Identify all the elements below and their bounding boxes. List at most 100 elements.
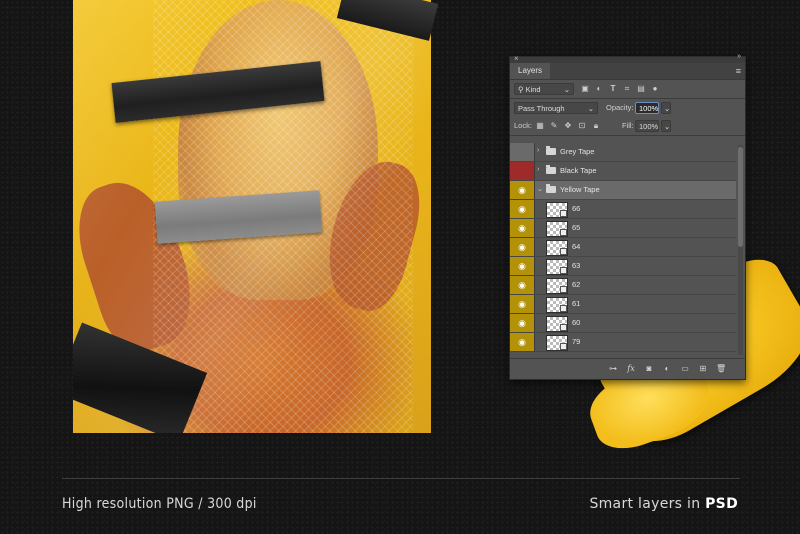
layer-row[interactable]: ◉ 63 — [510, 257, 736, 276]
layer-name: Yellow Tape — [560, 185, 600, 194]
lock-all-icon[interactable]: 🔒︎ — [592, 122, 600, 130]
mask-icon[interactable]: ◙ — [644, 364, 654, 374]
layer-name: Black Tape — [560, 166, 597, 175]
layer-group-grey-tape[interactable]: › Grey Tape — [510, 143, 736, 162]
lock-label: Lock: — [514, 121, 532, 130]
layer-thumbnail — [546, 297, 568, 313]
smart-object-icon — [560, 210, 567, 217]
visibility-toggle[interactable]: ◉ — [510, 219, 535, 237]
visibility-toggle[interactable]: ◉ — [510, 333, 535, 351]
poster-artwork — [73, 0, 431, 433]
scrollbar-thumb[interactable] — [738, 147, 743, 247]
divider-line — [62, 478, 740, 479]
smart-object-icon — [560, 248, 567, 255]
fx-icon[interactable]: fx — [626, 364, 636, 374]
visibility-toggle[interactable]: ◉ — [510, 238, 535, 256]
shape-filter-icon[interactable]: ⌗ — [623, 85, 631, 93]
layer-name: 61 — [572, 299, 581, 308]
text-filter-icon[interactable]: T — [609, 85, 617, 93]
layer-row[interactable]: ◉ 60 — [510, 314, 736, 333]
visibility-toggle[interactable] — [510, 162, 535, 180]
layer-name: 62 — [572, 280, 581, 289]
search-icon: ⚲ — [518, 85, 524, 94]
folder-icon — [546, 165, 556, 174]
folder-icon — [546, 146, 556, 155]
image-filter-icon[interactable]: ▣ — [581, 85, 589, 93]
layer-row[interactable]: ◉ 61 — [510, 295, 736, 314]
lock-pixels-icon[interactable]: ✎ — [550, 122, 558, 130]
visibility-toggle[interactable]: ◉ — [510, 200, 535, 218]
lock-row: Lock: ▦ ✎ ✥ ⊡ 🔒︎ Fill: 100% ⌄ — [510, 117, 745, 135]
eye-icon: ◉ — [518, 185, 526, 195]
layer-thumbnail — [546, 221, 568, 237]
layer-name: 65 — [572, 223, 581, 232]
smart-object-icon — [560, 343, 567, 350]
chevron-right-icon[interactable]: › — [537, 166, 539, 173]
layers-scrollbar[interactable] — [738, 145, 743, 355]
visibility-toggle[interactable]: ◉ — [510, 314, 535, 332]
smart-object-filter-icon[interactable]: ▤ — [637, 85, 645, 93]
fill-label: Fill: — [622, 121, 634, 130]
filter-kind-select[interactable]: ⚲ Kind ⌄ — [514, 83, 574, 95]
layers-panel: × » Layers ≡ ⚲ Kind ⌄ ▣ ◐ T ⌗ ▤ ● Pass T… — [509, 53, 746, 380]
visibility-toggle[interactable] — [510, 143, 535, 161]
blend-mode-select[interactable]: Pass Through ⌄ — [514, 102, 598, 114]
layer-name: Grey Tape — [560, 147, 595, 156]
filter-toggle-icon[interactable]: ● — [651, 85, 659, 93]
visibility-toggle[interactable]: ◉ — [510, 257, 535, 275]
layer-row[interactable]: ◉ 62 — [510, 276, 736, 295]
smart-object-icon — [560, 324, 567, 331]
chevron-down-icon[interactable]: ⌄ — [537, 185, 543, 193]
adjustment-icon[interactable]: ◐ — [662, 364, 672, 374]
layer-thumbnail — [546, 278, 568, 294]
new-layer-icon[interactable]: ⊞ — [698, 364, 708, 374]
smart-object-icon — [560, 229, 567, 236]
visibility-toggle[interactable]: ◉ — [510, 295, 535, 313]
lock-position-icon[interactable]: ✥ — [564, 122, 572, 130]
eye-icon: ◉ — [518, 337, 526, 347]
lock-transparency-icon[interactable]: ▦ — [536, 122, 544, 130]
opacity-input[interactable]: 100% — [635, 102, 659, 114]
panel-bottom-toolbar: ⊶ fx ◙ ◐ ▭ ⊞ 🗑︎ — [510, 358, 745, 379]
collapse-icon[interactable]: » — [737, 53, 741, 60]
tab-layers[interactable]: Layers — [510, 63, 551, 79]
close-icon[interactable]: × — [514, 54, 519, 63]
layer-name: 60 — [572, 318, 581, 327]
smart-object-icon — [560, 305, 567, 312]
layer-thumbnail — [546, 259, 568, 275]
opacity-label: Opacity: — [606, 103, 634, 112]
eye-icon: ◉ — [518, 223, 526, 233]
eye-icon: ◉ — [518, 204, 526, 214]
link-icon[interactable]: ⊶ — [608, 364, 618, 374]
layer-name: 63 — [572, 261, 581, 270]
adjustment-filter-icon[interactable]: ◐ — [595, 85, 603, 93]
layer-group-black-tape[interactable]: › Black Tape — [510, 162, 736, 181]
layer-group-yellow-tape[interactable]: ◉ ⌄ Yellow Tape — [510, 181, 736, 200]
eye-icon: ◉ — [518, 280, 526, 290]
layers-list: › Grey Tape › Black Tape ◉ ⌄ Yellow Tape… — [510, 143, 736, 357]
fill-slider-button[interactable]: ⌄ — [661, 120, 671, 132]
layer-thumbnail — [546, 240, 568, 256]
trash-icon[interactable]: 🗑︎ — [716, 364, 726, 374]
smart-object-icon — [560, 267, 567, 274]
layer-row[interactable]: ◉ 79 — [510, 333, 736, 352]
chevron-right-icon[interactable]: › — [537, 147, 539, 154]
layer-row[interactable]: ◉ 65 — [510, 219, 736, 238]
opacity-slider-button[interactable]: ⌄ — [661, 102, 671, 114]
folder-icon[interactable]: ▭ — [680, 364, 690, 374]
layer-row[interactable]: ◉ 64 — [510, 238, 736, 257]
fill-input[interactable]: 100% — [635, 120, 659, 132]
chevron-down-icon: ⌄ — [587, 104, 594, 113]
lock-artboard-icon[interactable]: ⊡ — [578, 122, 586, 130]
filter-row: ⚲ Kind ⌄ ▣ ◐ T ⌗ ▤ ● — [510, 80, 745, 98]
visibility-toggle[interactable]: ◉ — [510, 276, 535, 294]
panel-tabbar: Layers ≡ — [510, 63, 745, 80]
caption-smart-layers: Smart layers in PSD — [589, 496, 738, 512]
folder-icon — [546, 184, 556, 193]
eye-icon: ◉ — [518, 318, 526, 328]
layer-row[interactable]: ◉ 66 — [510, 200, 736, 219]
panel-menu-icon[interactable]: ≡ — [736, 66, 741, 76]
caption-psd: PSD — [705, 496, 738, 512]
visibility-toggle[interactable]: ◉ — [510, 181, 535, 199]
eye-icon: ◉ — [518, 242, 526, 252]
